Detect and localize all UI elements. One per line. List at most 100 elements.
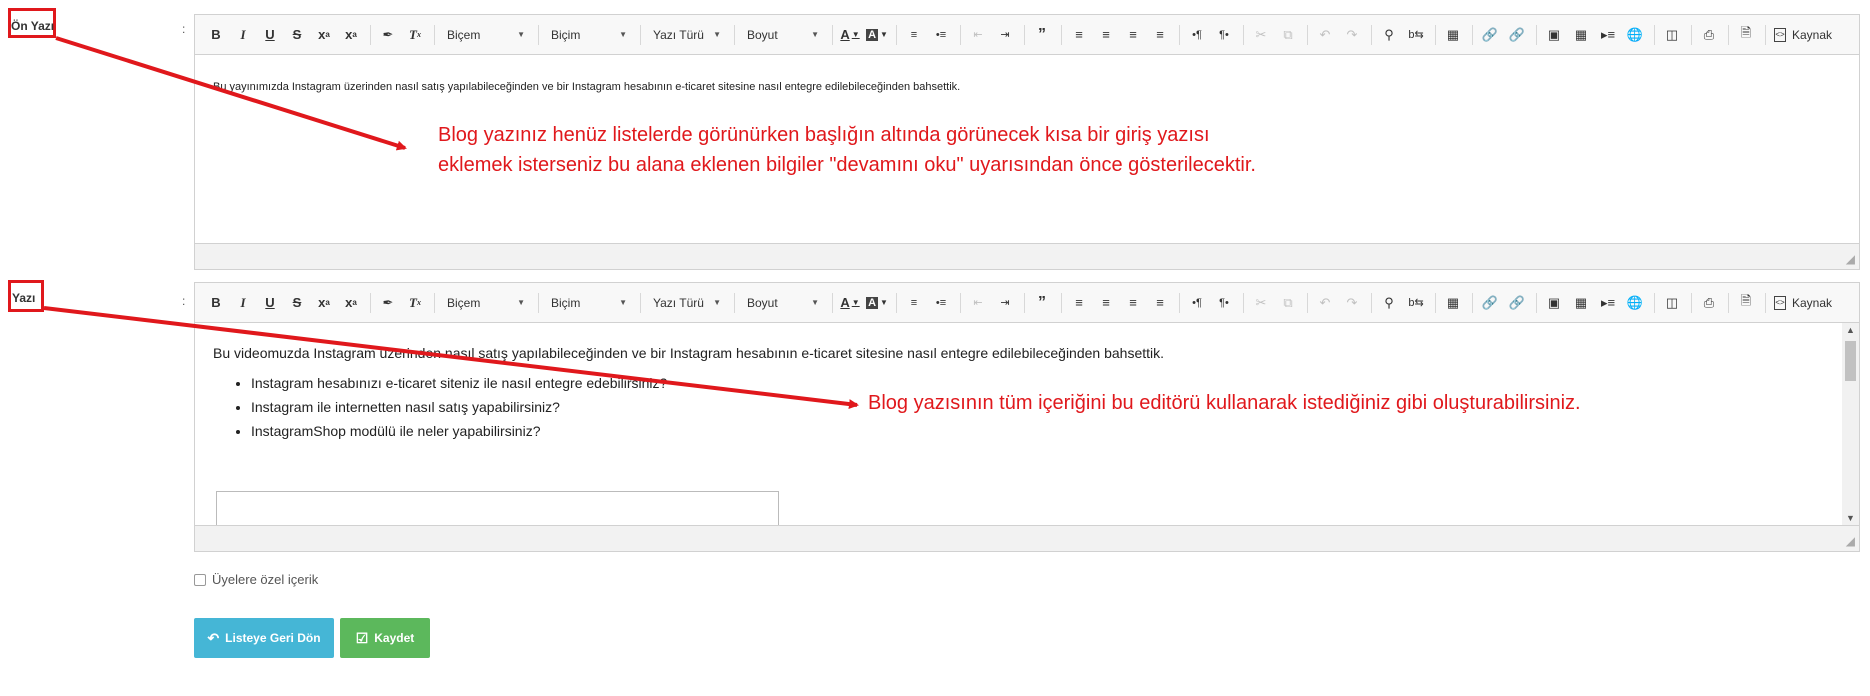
templates-icon[interactable]: ◫ xyxy=(1661,291,1683,315)
bold-button[interactable]: B xyxy=(205,23,227,47)
replace-icon[interactable]: b⇆ xyxy=(1405,291,1427,315)
horizontal-line-icon[interactable]: ▸≡ xyxy=(1597,23,1619,47)
italic-button[interactable]: I xyxy=(232,291,254,315)
align-right-icon[interactable]: ≡ xyxy=(1122,23,1144,47)
print-icon[interactable]: ⎙ xyxy=(1698,291,1720,315)
background-color-icon[interactable]: A ▼ xyxy=(866,23,888,47)
print-icon[interactable]: ⎙ xyxy=(1698,23,1720,47)
replace-icon[interactable]: b⇆ xyxy=(1405,23,1427,47)
superscript-button[interactable]: xa xyxy=(340,23,362,47)
scroll-up-icon[interactable]: ▲ xyxy=(1846,325,1855,335)
table-icon[interactable]: ▦ xyxy=(1570,23,1592,47)
body-editor-scrollbar[interactable]: ▲ ▼ xyxy=(1842,323,1859,525)
preview-icon[interactable]: 🗎 xyxy=(1735,291,1757,315)
format-painter-icon[interactable]: ✒ xyxy=(377,291,399,315)
justify-icon[interactable]: ≡ xyxy=(1149,23,1171,47)
align-center-icon[interactable]: ≡ xyxy=(1095,23,1117,47)
text-color-icon[interactable]: A ▼ xyxy=(839,291,861,315)
numbered-list-icon[interactable]: ≡ xyxy=(903,23,925,47)
scrollbar-thumb[interactable] xyxy=(1845,341,1856,381)
cut-icon[interactable]: ✂ xyxy=(1250,23,1272,47)
globe-icon[interactable]: 🌐 xyxy=(1624,23,1646,47)
italic-button[interactable]: I xyxy=(232,23,254,47)
link-icon[interactable]: 🔗 xyxy=(1479,291,1501,315)
unlink-icon[interactable]: 🔗 xyxy=(1506,23,1528,47)
embedded-media-frame[interactable] xyxy=(216,491,779,525)
font-dropdown[interactable]: Yazı Türü ▼ xyxy=(647,23,727,47)
ltr-icon[interactable]: •¶ xyxy=(1186,291,1208,315)
numbered-list-icon[interactable]: ≡ xyxy=(903,291,925,315)
back-to-list-button[interactable]: ↶ Listeye Geri Dön xyxy=(194,618,334,658)
rtl-icon[interactable]: ¶• xyxy=(1213,23,1235,47)
source-button[interactable]: <> Kaynak xyxy=(1774,27,1832,42)
ltr-icon[interactable]: •¶ xyxy=(1186,23,1208,47)
justify-icon[interactable]: ≡ xyxy=(1149,291,1171,315)
cut-icon[interactable]: ✂ xyxy=(1250,291,1272,315)
text-color-icon[interactable]: A ▼ xyxy=(839,23,861,47)
undo-icon[interactable]: ↶ xyxy=(1314,23,1336,47)
strikethrough-button[interactable]: S xyxy=(286,291,308,315)
members-only-option[interactable]: Üyelere özel içerik xyxy=(194,572,318,587)
table-icon[interactable]: ▦ xyxy=(1570,291,1592,315)
page-break-icon[interactable]: ▦ xyxy=(1442,23,1464,47)
indent-icon[interactable]: ⇥ xyxy=(994,291,1016,315)
bulleted-list-icon[interactable]: •≡ xyxy=(930,291,952,315)
copy-icon[interactable]: ⧉ xyxy=(1277,23,1299,47)
resize-handle-icon[interactable]: ◢ xyxy=(1846,534,1855,548)
outdent-icon[interactable]: ⇤ xyxy=(967,23,989,47)
blog-post-form: Ön Yazı : B I U S xa xa ✒ Tx Biçem ▼ Biçi… xyxy=(0,0,1870,696)
subscript-button[interactable]: xa xyxy=(313,23,335,47)
image-icon[interactable]: ▣ xyxy=(1543,23,1565,47)
chevron-down-icon: ▼ xyxy=(619,298,627,307)
copy-icon[interactable]: ⧉ xyxy=(1277,291,1299,315)
superscript-button[interactable]: xa xyxy=(340,291,362,315)
bulleted-list-icon[interactable]: •≡ xyxy=(930,23,952,47)
style-dropdown[interactable]: Biçem ▼ xyxy=(441,23,531,47)
search-icon[interactable]: ⚲ xyxy=(1378,23,1400,47)
align-left-icon[interactable]: ≡ xyxy=(1068,23,1090,47)
remove-format-icon[interactable]: Tx xyxy=(404,291,426,315)
subscript-button[interactable]: xa xyxy=(313,291,335,315)
resize-handle-icon[interactable]: ◢ xyxy=(1846,252,1855,266)
intro-editor-statusbar: ◢ xyxy=(195,243,1859,269)
blockquote-icon[interactable]: ” xyxy=(1031,23,1053,47)
horizontal-line-icon[interactable]: ▸≡ xyxy=(1597,291,1619,315)
size-dropdown[interactable]: Boyut ▼ xyxy=(741,291,825,315)
scroll-down-icon[interactable]: ▼ xyxy=(1846,513,1855,523)
background-color-icon[interactable]: A ▼ xyxy=(866,291,888,315)
style-dropdown[interactable]: Biçem ▼ xyxy=(441,291,531,315)
format-painter-icon[interactable]: ✒ xyxy=(377,23,399,47)
rtl-icon[interactable]: ¶• xyxy=(1213,291,1235,315)
templates-icon[interactable]: ◫ xyxy=(1661,23,1683,47)
members-only-checkbox[interactable] xyxy=(194,573,206,586)
format-dropdown[interactable]: Biçim ▼ xyxy=(545,23,633,47)
save-button[interactable]: ☑ Kaydet xyxy=(340,618,430,658)
size-dropdown[interactable]: Boyut ▼ xyxy=(741,23,825,47)
unlink-icon[interactable]: 🔗 xyxy=(1506,291,1528,315)
blockquote-icon[interactable]: ” xyxy=(1031,291,1053,315)
undo-icon[interactable]: ↶ xyxy=(1314,291,1336,315)
preview-icon[interactable]: 🗎 xyxy=(1735,23,1757,47)
font-dropdown[interactable]: Yazı Türü ▼ xyxy=(647,291,727,315)
format-dropdown[interactable]: Biçim ▼ xyxy=(545,291,633,315)
redo-icon[interactable]: ↷ xyxy=(1341,23,1363,47)
align-right-icon[interactable]: ≡ xyxy=(1122,291,1144,315)
remove-format-icon[interactable]: Tx xyxy=(404,23,426,47)
indent-icon[interactable]: ⇥ xyxy=(994,23,1016,47)
strikethrough-button[interactable]: S xyxy=(286,23,308,47)
intro-paragraph: Bu yayınımızda Instagram üzerinden nasıl… xyxy=(213,81,961,93)
page-break-icon[interactable]: ▦ xyxy=(1442,291,1464,315)
image-icon[interactable]: ▣ xyxy=(1543,291,1565,315)
bold-button[interactable]: B xyxy=(205,291,227,315)
outdent-icon[interactable]: ⇤ xyxy=(967,291,989,315)
align-center-icon[interactable]: ≡ xyxy=(1095,291,1117,315)
search-icon[interactable]: ⚲ xyxy=(1378,291,1400,315)
align-left-icon[interactable]: ≡ xyxy=(1068,291,1090,315)
underline-button[interactable]: U xyxy=(259,291,281,315)
link-icon[interactable]: 🔗 xyxy=(1479,23,1501,47)
underline-button[interactable]: U xyxy=(259,23,281,47)
redo-icon[interactable]: ↷ xyxy=(1341,291,1363,315)
body-editor-content[interactable]: Bu videomuzda Instagram üzerinden nasıl … xyxy=(195,323,1859,525)
source-button[interactable]: <> Kaynak xyxy=(1774,295,1832,310)
globe-icon[interactable]: 🌐 xyxy=(1624,291,1646,315)
